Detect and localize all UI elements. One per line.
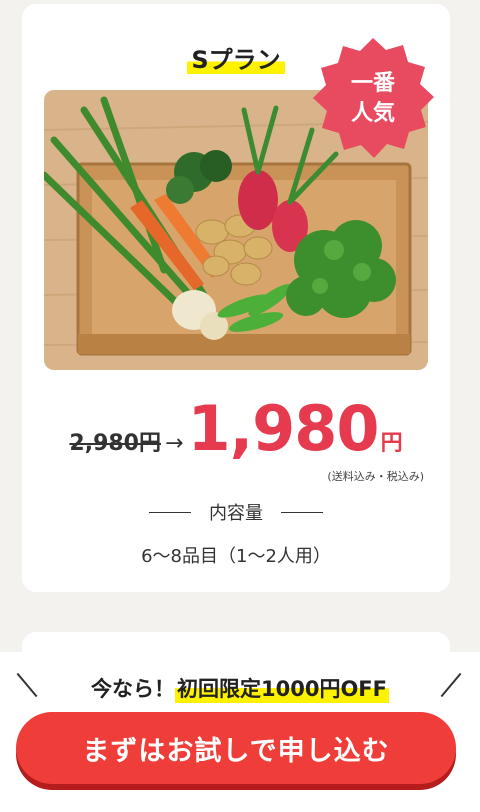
content-heading: 内容量 bbox=[22, 498, 450, 526]
plan-card: Sプラン 一番 人気 2,980円 → 1,980 円 (送料込み・税込み) 内… bbox=[22, 4, 450, 592]
promo-highlight: 初回限定1000円OFF bbox=[175, 673, 389, 703]
trial-signup-button[interactable]: まずはお試しで申し込む bbox=[16, 712, 456, 784]
price-row: 2,980円 → 1,980 円 bbox=[22, 392, 450, 465]
content-value: 6〜8品目（1〜2人用） bbox=[141, 546, 331, 567]
badge-line-1: 一番 bbox=[350, 71, 395, 96]
sale-price-unit: 円 bbox=[380, 431, 403, 456]
heading-rule-right bbox=[281, 511, 323, 513]
promo-prefix: 今なら！ bbox=[91, 677, 175, 701]
original-price: 2,980円 bbox=[69, 431, 161, 456]
most-popular-badge: 一番 人気 bbox=[308, 34, 438, 164]
badge-line-2: 人気 bbox=[350, 101, 395, 126]
sale-price: 1,980 bbox=[187, 392, 379, 465]
price-arrow: → bbox=[165, 431, 184, 456]
content-heading-label: 内容量 bbox=[209, 503, 263, 524]
tax-note: (送料込み・税込み) bbox=[327, 470, 424, 483]
sticky-footer: 今なら！ 初回限定1000円OFF まずはお試しで申し込む bbox=[0, 652, 480, 812]
heading-rule-left bbox=[149, 511, 191, 513]
promo-text: 今なら！ 初回限定1000円OFF bbox=[0, 670, 480, 706]
